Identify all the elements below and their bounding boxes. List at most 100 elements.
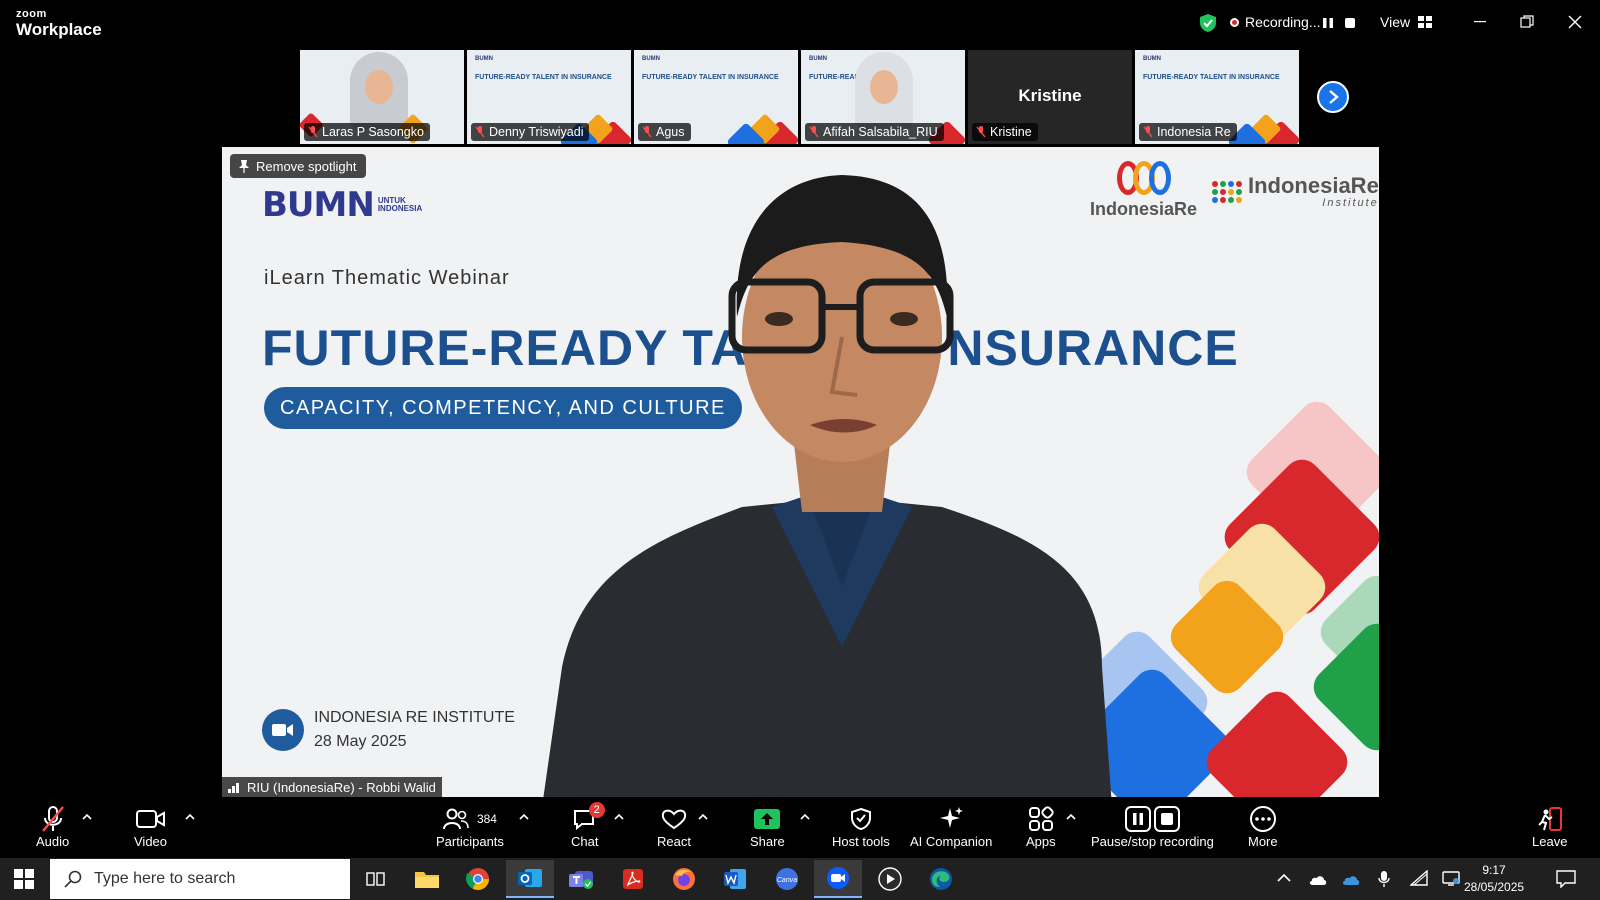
- video-camera-icon: [262, 709, 304, 751]
- grid-view-icon: [1418, 16, 1433, 28]
- audio-button[interactable]: Audio: [36, 804, 69, 849]
- participants-count: 384: [476, 812, 497, 826]
- participant-tile[interactable]: BUMN FUTURE-READY Afifah Salsabila_RIU: [801, 50, 965, 144]
- mic-muted-icon: [475, 126, 485, 138]
- chat-button[interactable]: 2 Chat: [571, 802, 605, 849]
- file-explorer-icon[interactable]: [403, 860, 451, 898]
- participant-name: Afifah Salsabila_RIU: [823, 125, 938, 139]
- participants-button[interactable]: 384 Participants: [436, 804, 504, 849]
- share-screen-icon: [754, 809, 781, 829]
- slide-thumbnail-title: FUTURE-READY TALENT IN INSURANCE: [1143, 74, 1280, 81]
- task-view-icon[interactable]: [352, 860, 400, 898]
- chevron-right-icon: [1329, 90, 1339, 104]
- network-icon[interactable]: [1410, 870, 1428, 886]
- outlook-icon[interactable]: [506, 860, 554, 898]
- host-tools-button[interactable]: Host tools: [832, 804, 890, 849]
- chat-options-caret[interactable]: [614, 812, 624, 822]
- word-icon[interactable]: [711, 860, 759, 898]
- pause-icon: [1323, 18, 1333, 28]
- iri-logo-text: IndonesiaRe: [1248, 173, 1379, 198]
- cloud-icon[interactable]: [1308, 872, 1328, 886]
- close-window-button[interactable]: [1562, 10, 1588, 34]
- next-page-button[interactable]: [1317, 81, 1349, 113]
- participant-tile[interactable]: BUMN FUTURE-READY TALENT IN INSURANCE Ag…: [634, 50, 798, 144]
- remove-spotlight-button[interactable]: Remove spotlight: [230, 154, 367, 178]
- remove-spotlight-label: Remove spotlight: [256, 158, 357, 174]
- teams-icon[interactable]: [557, 860, 605, 898]
- more-icon: [1249, 806, 1276, 832]
- zoom-taskbar-icon[interactable]: [814, 860, 862, 898]
- search-placeholder: Type here to search: [94, 870, 236, 887]
- apps-options-caret[interactable]: [1066, 812, 1076, 822]
- ai-companion-button[interactable]: AI Companion: [910, 804, 992, 849]
- stop-recording-button[interactable]: [1340, 13, 1360, 33]
- slide-thumbnail-title: FUTURE-READY TALENT IN INSURANCE: [642, 74, 779, 81]
- view-button[interactable]: View: [1380, 14, 1433, 30]
- restore-button[interactable]: [1514, 10, 1540, 34]
- heart-icon: [661, 809, 687, 830]
- host-tools-label: Host tools: [832, 834, 890, 849]
- pin-icon: [239, 160, 249, 173]
- display-icon[interactable]: [1442, 870, 1460, 886]
- participant-nametag: Agus: [638, 123, 691, 141]
- slide-thumbnail-title: FUTURE-READY TALENT IN INSURANCE: [475, 74, 612, 81]
- host-shield-icon: [850, 807, 871, 831]
- participant-tile[interactable]: BUMN FUTURE-READY TALENT IN INSURANCE De…: [467, 50, 631, 144]
- mic-muted-icon: [308, 126, 318, 138]
- shield-check-icon[interactable]: [1199, 13, 1217, 33]
- share-options-caret[interactable]: [800, 812, 810, 822]
- microphone-icon[interactable]: [1378, 870, 1390, 888]
- participant-name: Agus: [656, 125, 685, 139]
- participant-tile[interactable]: Laras P Sasongko: [300, 50, 464, 144]
- bumn-small-2: INDONESIA: [377, 204, 423, 213]
- taskbar-search[interactable]: Type here to search: [50, 859, 350, 899]
- stop-icon: [1153, 806, 1180, 832]
- zoom-window: zoom Workplace Recording... View Laras P…: [0, 0, 1600, 900]
- event-date: 28 May 2025: [314, 733, 407, 750]
- participant-nametag: Afifah Salsabila_RIU: [805, 123, 944, 141]
- video-button[interactable]: Video: [134, 804, 167, 849]
- mic-muted-icon: [41, 806, 64, 832]
- spotlight-video[interactable]: Remove spotlight BUMN UNTUK INDONESIA In…: [222, 147, 1379, 797]
- chevron-up-icon[interactable]: [1277, 873, 1291, 883]
- chrome-icon[interactable]: [454, 860, 502, 898]
- windows-start-icon[interactable]: [14, 869, 34, 889]
- brand-top: zoom: [16, 8, 47, 20]
- participants-options-caret[interactable]: [519, 812, 529, 822]
- participant-nametag: Indonesia Re: [1139, 123, 1237, 141]
- participant-video: [350, 52, 408, 130]
- react-button[interactable]: React: [657, 804, 691, 849]
- firefox-icon[interactable]: [660, 860, 708, 898]
- canva-icon[interactable]: Canva: [763, 860, 811, 898]
- onedrive-icon[interactable]: [1341, 872, 1361, 886]
- title-bar: zoom Workplace Recording... View: [0, 0, 1600, 46]
- restore-icon: [1520, 15, 1534, 28]
- edge-icon[interactable]: [917, 860, 965, 898]
- share-button[interactable]: Share: [750, 804, 785, 849]
- media-player-icon[interactable]: [866, 860, 914, 898]
- audio-options-caret[interactable]: [82, 812, 92, 822]
- participant-name: Kristine: [990, 125, 1032, 139]
- mic-muted-icon: [642, 126, 652, 138]
- institute-block: INDONESIA RE INSTITUTE 28 May 2025: [262, 709, 515, 751]
- acrobat-icon[interactable]: [609, 860, 657, 898]
- clock-date: 28/05/2025: [1464, 880, 1525, 894]
- participant-tile[interactable]: BUMN FUTURE-READY TALENT IN INSURANCE In…: [1135, 50, 1299, 144]
- participant-tile[interactable]: Kristine Kristine: [968, 50, 1132, 144]
- notification-icon[interactable]: [1556, 870, 1576, 888]
- video-camera-icon: [135, 810, 165, 828]
- more-button[interactable]: More: [1248, 804, 1278, 849]
- participants-icon: [442, 808, 469, 830]
- system-clock[interactable]: 9:17 28/05/2025: [1464, 862, 1524, 896]
- recording-indicator: Recording...: [1230, 14, 1320, 30]
- minimize-button[interactable]: [1467, 10, 1493, 34]
- pause-stop-recording-button[interactable]: Pause/stop recording: [1091, 804, 1214, 849]
- pause-recording-button[interactable]: [1318, 13, 1338, 33]
- react-options-caret[interactable]: [698, 812, 708, 822]
- sparkle-icon: [940, 807, 964, 828]
- apps-button[interactable]: Apps: [1026, 804, 1056, 849]
- video-options-caret[interactable]: [185, 812, 195, 822]
- dots-icon: [1212, 181, 1242, 203]
- leave-button[interactable]: Leave: [1532, 804, 1567, 849]
- leave-label: Leave: [1532, 834, 1568, 849]
